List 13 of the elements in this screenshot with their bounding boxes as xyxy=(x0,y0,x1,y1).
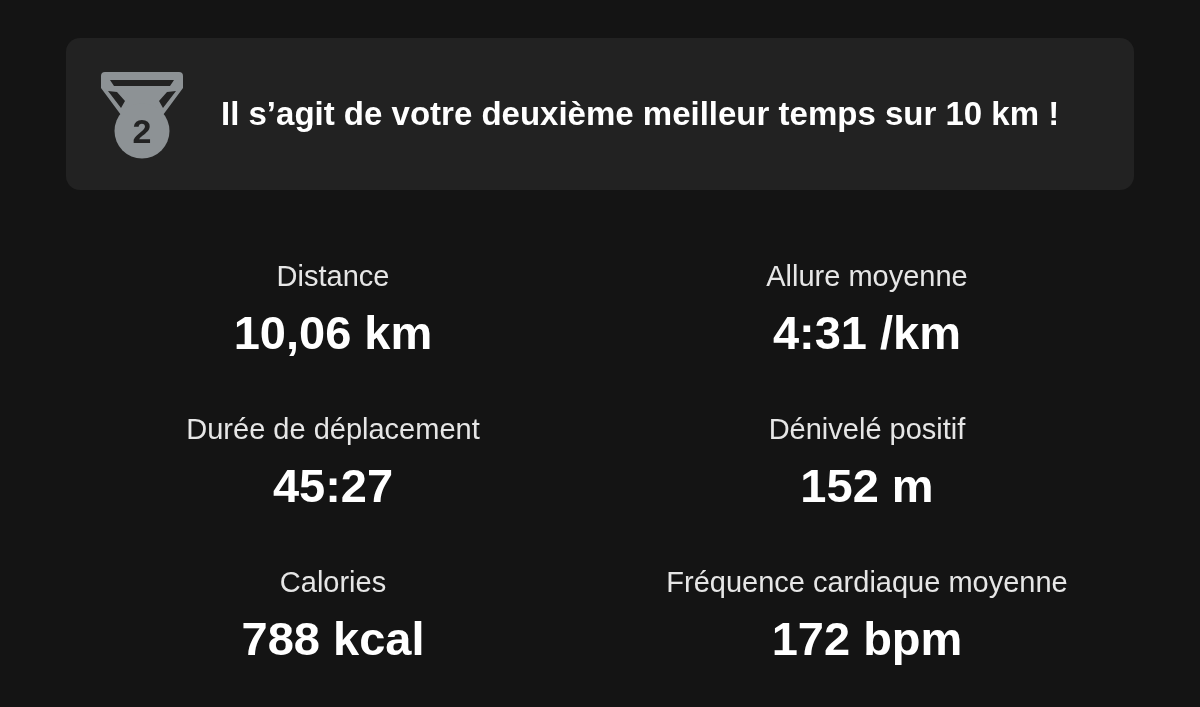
stat-label: Distance xyxy=(276,259,390,293)
stat-value: 788 kcal xyxy=(241,611,425,667)
stat-label: Dénivelé positif xyxy=(768,412,966,446)
stat-value: 4:31 /km xyxy=(772,305,962,361)
achievement-message: Il s’agit de votre deuxième meilleur temps sur 10 km ! xyxy=(221,94,1060,134)
stat-value: 172 bpm xyxy=(771,611,963,667)
stat-label: Durée de déplacement xyxy=(186,412,480,446)
stat-value: 10,06 km xyxy=(233,305,433,361)
stat-value: 152 m xyxy=(800,458,934,514)
stat-value: 45:27 xyxy=(272,458,394,514)
stat-label: Fréquence cardiaque moyenne xyxy=(666,565,1068,599)
stat-label: Calories xyxy=(279,565,387,599)
stat-label: Allure moyenne xyxy=(766,259,968,293)
